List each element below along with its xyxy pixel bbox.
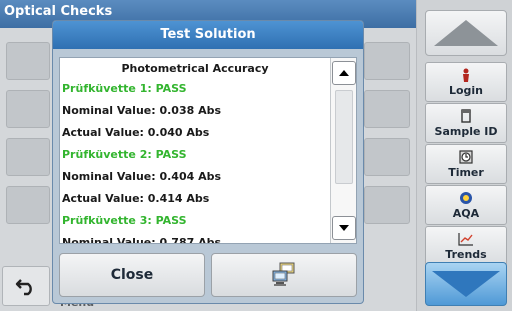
result-line: Prüfküvette 1: PASS (62, 82, 187, 95)
right-toolbar: Login Sample ID Timer AQA Trends (416, 0, 512, 311)
sample-vial-icon (460, 108, 472, 124)
arrow-up-icon (434, 20, 498, 46)
person-icon (461, 67, 471, 83)
background-row (6, 90, 50, 128)
dialog-title: Test Solution (53, 21, 363, 49)
undo-arrow-icon (15, 279, 32, 296)
scroll-up-button[interactable] (425, 10, 507, 56)
send-data-button[interactable] (211, 253, 357, 297)
result-line: Nominal Value: 0.038 Abs (62, 104, 222, 117)
background-row (364, 186, 410, 224)
app-title: Optical Checks (4, 4, 113, 19)
result-line: Prüfküvette 3: PASS (62, 214, 187, 227)
login-button[interactable]: Login (425, 62, 507, 102)
aqa-button[interactable]: AQA (425, 185, 507, 225)
results-scrollbar[interactable] (330, 58, 356, 243)
result-line: Nominal Value: 0.787 Abs (62, 236, 222, 244)
background-row (6, 138, 50, 176)
results-heading: Photometrical Accuracy (121, 62, 269, 75)
timer-label: Timer (448, 166, 484, 179)
sample-id-label: Sample ID (434, 125, 498, 138)
background-row (364, 90, 410, 128)
computer-transfer-icon (272, 262, 295, 286)
sample-id-button[interactable]: Sample ID (425, 103, 507, 143)
result-line: Prüfküvette 2: PASS (62, 148, 187, 161)
results-panel: Photometrical Accuracy Prüfküvette 1: PA… (59, 57, 357, 244)
arrow-up-icon (339, 70, 349, 76)
result-line: Actual Value: 0.414 Abs (62, 192, 210, 205)
timer-button[interactable]: Timer (425, 144, 507, 184)
scroll-down-button[interactable] (425, 262, 507, 306)
aqa-label: AQA (452, 207, 480, 220)
trends-label: Trends (445, 248, 487, 261)
background-row (364, 42, 410, 80)
background-row (6, 186, 50, 224)
result-line: Nominal Value: 0.404 Abs (62, 170, 222, 183)
trends-button[interactable]: Trends (425, 226, 507, 266)
test-solution-dialog: Test Solution Photometrical Accuracy Prü… (52, 20, 364, 304)
close-button[interactable]: Close (59, 253, 205, 297)
background-row (364, 138, 410, 176)
scrollbar-thumb[interactable] (335, 90, 353, 184)
login-label: Login (448, 84, 484, 97)
arrow-down-icon (432, 271, 500, 297)
arrow-down-icon (339, 225, 349, 231)
aqa-icon (459, 190, 473, 206)
scrollbar-up-button[interactable] (332, 61, 356, 85)
background-row (6, 42, 50, 80)
scrollbar-down-button[interactable] (332, 216, 356, 240)
timer-icon (459, 149, 473, 165)
back-button[interactable] (2, 266, 50, 306)
trend-chart-icon (458, 231, 474, 247)
result-line: Actual Value: 0.040 Abs (62, 126, 210, 139)
